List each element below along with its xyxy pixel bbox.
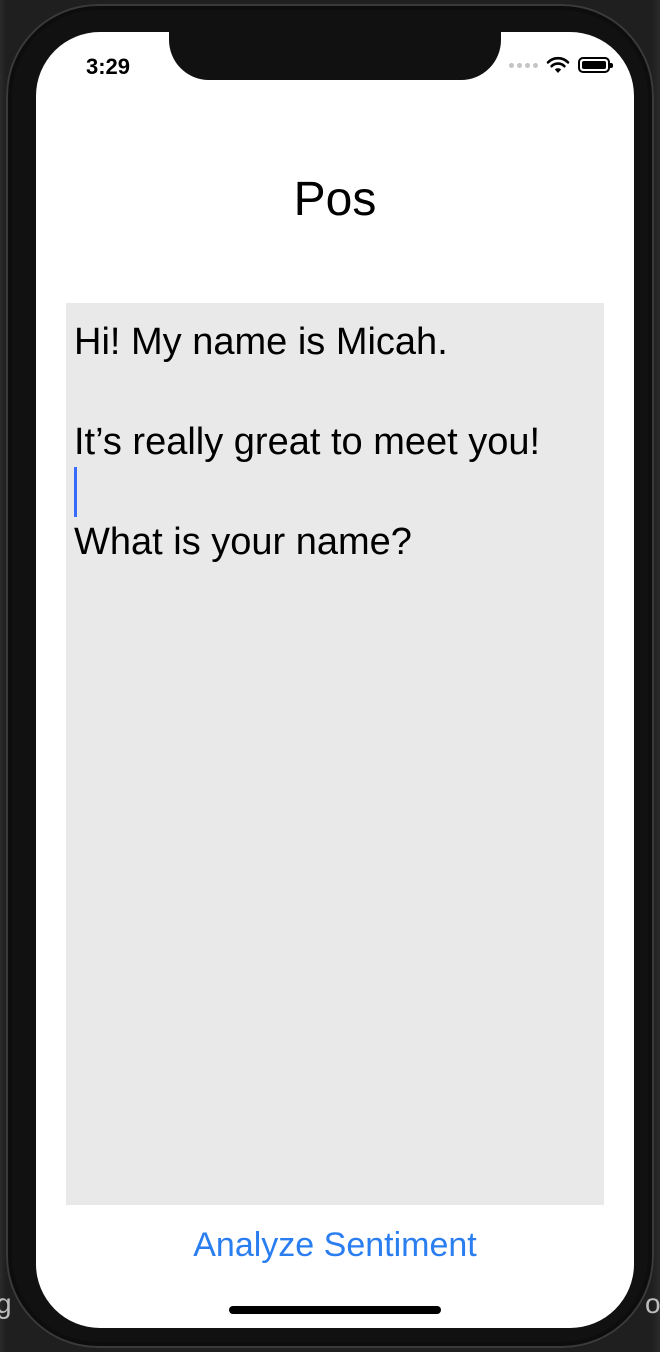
home-indicator[interactable] bbox=[229, 1306, 441, 1314]
phone-frame: 3:29 Pos Hi! My name is Micah. It’s real… bbox=[6, 4, 654, 1348]
signal-dots-icon bbox=[509, 62, 538, 68]
analyze-sentiment-button[interactable]: Analyze Sentiment bbox=[36, 1225, 634, 1266]
phone-screen: 3:29 Pos Hi! My name is Micah. It’s real… bbox=[36, 32, 634, 1328]
desktop-edge-text-right: o bbox=[645, 1288, 660, 1319]
input-text-view[interactable]: Hi! My name is Micah. It’s really great … bbox=[66, 303, 604, 1205]
text-line: Hi! My name is Micah. bbox=[74, 321, 448, 363]
wifi-icon bbox=[546, 56, 570, 73]
battery-level bbox=[582, 61, 606, 69]
text-line: What is your name? bbox=[74, 521, 412, 563]
notch bbox=[169, 32, 501, 80]
text-line bbox=[74, 367, 596, 417]
sentiment-title-label: Pos bbox=[293, 173, 377, 226]
status-time: 3:29 bbox=[86, 54, 131, 79]
text-line: It’s really great to meet you! bbox=[74, 421, 541, 463]
text-cursor bbox=[74, 467, 77, 517]
desktop-edge-text-left: g bbox=[0, 1288, 12, 1319]
battery-icon bbox=[578, 57, 613, 73]
text-line-with-caret bbox=[74, 467, 596, 517]
status-icons bbox=[509, 56, 613, 74]
